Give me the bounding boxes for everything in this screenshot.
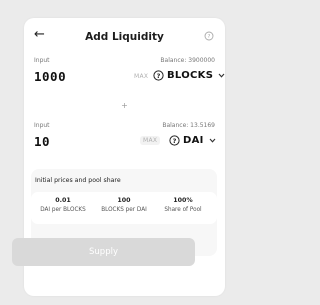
amount-input[interactable]: 1000 xyxy=(34,69,66,84)
input-panel-blocks: Input Balance: 3900000 1000 MAX ? BLOCKS xyxy=(31,52,225,91)
page-title: Add Liquidity xyxy=(85,31,164,43)
question-circle-icon: ? xyxy=(153,70,164,81)
stat-share-of-pool: 100% Share of Pool xyxy=(155,196,211,215)
card-header: ← Add Liquidity ? xyxy=(24,27,225,45)
chevron-down-icon xyxy=(218,73,225,78)
chevron-down-icon xyxy=(209,138,216,143)
max-button[interactable]: MAX xyxy=(140,136,161,145)
token-select-blocks[interactable]: ? BLOCKS xyxy=(153,70,225,81)
balance-text: Balance: 13.5169 xyxy=(162,122,215,129)
token-select-dai[interactable]: ? DAI xyxy=(169,135,216,146)
stat-label: Share of Pool xyxy=(164,207,202,213)
input-label: Input xyxy=(34,122,50,129)
stat-label: DAI per BLOCKS xyxy=(40,207,86,213)
stat-dai-per-blocks: 0.01 DAI per BLOCKS xyxy=(35,196,91,215)
stat-label: BLOCKS per DAI xyxy=(101,207,147,213)
token-name: BLOCKS xyxy=(167,70,214,81)
stat-blocks-per-dai: 100 BLOCKS per DAI xyxy=(96,196,152,215)
question-circle-icon: ? xyxy=(169,135,180,146)
svg-text:?: ? xyxy=(157,72,161,80)
input-panel-dai: Input Balance: 13.5169 10 MAX ? DAI xyxy=(31,117,217,156)
prices-stats: 0.01 DAI per BLOCKS 100 BLOCKS per DAI 1… xyxy=(31,192,217,224)
supply-button[interactable]: Supply xyxy=(12,238,195,266)
stat-value: 100% xyxy=(173,197,193,204)
help-icon[interactable]: ? xyxy=(204,31,214,41)
balance-text: Balance: 3900000 xyxy=(160,57,215,64)
input-label: Input xyxy=(34,57,50,64)
token-name: DAI xyxy=(183,135,204,146)
svg-text:?: ? xyxy=(173,137,177,145)
prices-title: Initial prices and pool share xyxy=(35,177,121,184)
svg-text:?: ? xyxy=(208,34,211,40)
stat-value: 100 xyxy=(117,197,131,204)
max-button[interactable]: MAX xyxy=(134,73,148,80)
plus-separator: + xyxy=(121,101,128,110)
stat-value: 0.01 xyxy=(55,197,71,204)
amount-input[interactable]: 10 xyxy=(34,134,50,149)
